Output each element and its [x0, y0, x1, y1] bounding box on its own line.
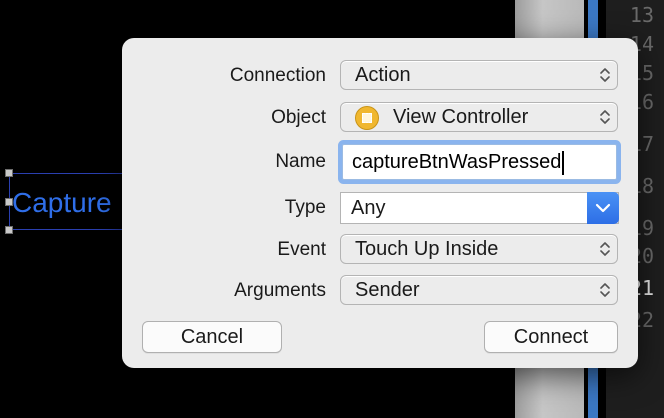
resize-handle-bottom-left[interactable] [5, 226, 13, 234]
name-label: Name [275, 151, 326, 172]
object-label: Object [271, 107, 326, 128]
type-row: Type Any [122, 192, 638, 224]
arguments-row: Arguments Sender [122, 275, 638, 307]
chevron-updown-icon [600, 283, 610, 297]
capture-button-label: Capture [12, 187, 112, 218]
arguments-label: Arguments [234, 280, 326, 301]
object-row: Object View Controller [122, 102, 638, 134]
view-controller-icon [355, 106, 379, 130]
chevron-down-icon [595, 203, 611, 213]
text-caret [562, 150, 564, 175]
event-row: Event Touch Up Inside [122, 234, 638, 266]
arguments-value: Sender [355, 279, 420, 301]
event-popup[interactable]: Touch Up Inside [340, 234, 618, 264]
name-row: Name captureBtnWasPressed [122, 144, 638, 180]
resize-handle-middle-left[interactable] [5, 198, 13, 206]
type-value: Any [351, 197, 386, 219]
connection-label: Connection [229, 65, 326, 86]
object-popup[interactable]: View Controller [340, 102, 618, 132]
xcode-canvas: Capture 13 14 15 16 17 18 19 20 21 22 Co… [0, 0, 664, 418]
name-field[interactable]: captureBtnWasPressed [342, 144, 617, 180]
chevron-updown-icon [600, 242, 610, 256]
event-value: Touch Up Inside [355, 238, 499, 260]
connection-dialog: Connection Action Object View Controller [122, 38, 638, 368]
connect-button[interactable]: Connect [484, 321, 618, 353]
connection-row: Connection Action [122, 60, 638, 92]
object-value: View Controller [393, 106, 529, 128]
type-label: Type [284, 197, 326, 218]
connection-popup[interactable]: Action [340, 60, 618, 90]
type-combobox[interactable]: Any [340, 192, 619, 224]
type-dropdown-button[interactable] [587, 192, 619, 224]
chevron-updown-icon [600, 110, 610, 124]
event-label: Event [277, 239, 326, 260]
name-value: captureBtnWasPressed [352, 151, 562, 173]
line-number: 13 [629, 3, 654, 27]
arguments-popup[interactable]: Sender [340, 275, 618, 305]
cancel-button[interactable]: Cancel [142, 321, 282, 353]
chevron-updown-icon [600, 68, 610, 82]
connection-value: Action [355, 64, 411, 86]
resize-handle-top-left[interactable] [5, 169, 13, 177]
